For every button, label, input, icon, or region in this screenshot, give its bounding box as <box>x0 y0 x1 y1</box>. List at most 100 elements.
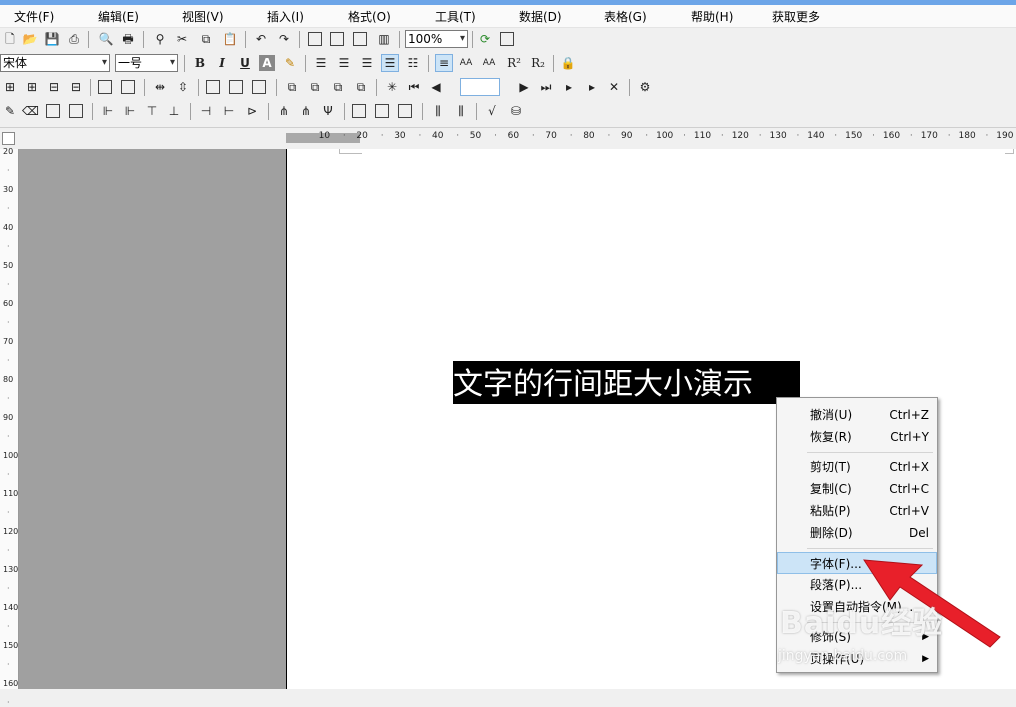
tree-up-icon[interactable]: ⊤ <box>144 103 160 119</box>
add-record-icon[interactable]: ▸ <box>561 79 577 95</box>
undo-icon[interactable]: ↶ <box>253 31 269 47</box>
print-icon[interactable]: 🖶 <box>120 31 136 47</box>
find-icon[interactable]: ⚲ <box>152 31 168 47</box>
fit-both-icon[interactable] <box>252 80 266 94</box>
copy-icon[interactable]: ⧉ <box>198 31 214 47</box>
footer-icon[interactable] <box>398 104 412 118</box>
refresh-icon[interactable]: ⟳ <box>477 31 493 47</box>
line-spacing-icon[interactable]: ≡ <box>435 54 453 72</box>
align-right-icon[interactable]: ☰ <box>359 55 375 71</box>
textbox-icon[interactable] <box>308 32 322 46</box>
char-spacing-increase-icon[interactable]: AA <box>458 55 474 71</box>
first-record-icon[interactable]: ⏮ <box>406 79 422 95</box>
menu-format[interactable]: 格式(O) <box>348 8 391 25</box>
last-record-icon[interactable]: ⏭ <box>538 79 554 95</box>
prev-record-icon[interactable]: ◀ <box>428 79 444 95</box>
selected-text[interactable]: 文字的行间距大小演示 <box>453 361 800 404</box>
justify-icon[interactable]: ☰ <box>381 54 399 72</box>
record-number-input[interactable] <box>460 78 500 96</box>
trident-icon[interactable]: Ψ <box>320 103 336 119</box>
tree-left-icon[interactable]: ⊩ <box>100 103 116 119</box>
bold-button[interactable]: B <box>192 55 208 71</box>
branch-right-icon[interactable]: ⊢ <box>221 103 237 119</box>
ctx-delete[interactable]: 删除(D) Del <box>777 522 937 544</box>
paste-icon[interactable]: 📋 <box>222 31 238 47</box>
highlight-icon[interactable]: ✎ <box>282 55 298 71</box>
menu-tools[interactable]: 工具(T) <box>435 8 476 25</box>
draw-table-icon[interactable] <box>46 104 60 118</box>
insert-table-icon[interactable] <box>330 32 344 46</box>
menu-get-more[interactable]: 获取更多 <box>772 8 820 25</box>
font-name-select[interactable]: 宋体 ▾ <box>0 54 110 72</box>
superscript-button[interactable]: R² <box>506 55 522 71</box>
eraser-icon[interactable]: ⌫ <box>22 103 39 119</box>
branch-left-icon[interactable]: ⊣ <box>198 103 214 119</box>
align-center-icon[interactable]: ☰ <box>336 55 352 71</box>
ctx-redo[interactable]: 恢复(R) Ctrl+Y <box>777 426 937 448</box>
menu-help[interactable]: 帮助(H) <box>691 8 733 25</box>
fit-width-icon[interactable] <box>206 80 220 94</box>
menu-data[interactable]: 数据(D) <box>519 8 562 25</box>
new-icon[interactable]: 🗋 <box>2 31 18 47</box>
fullscreen-icon[interactable] <box>500 32 514 46</box>
send-backward-icon[interactable]: ⧉ <box>353 79 369 95</box>
bring-forward-icon[interactable]: ⧉ <box>330 79 346 95</box>
save-icon[interactable]: 💾 <box>44 31 60 47</box>
insert-col-icon[interactable]: ⊞ <box>24 79 40 95</box>
header-icon[interactable] <box>352 104 366 118</box>
merge-cells-icon[interactable] <box>98 80 112 94</box>
branch-arrow-icon[interactable]: ⊳ <box>244 103 260 119</box>
insert-picture-icon[interactable] <box>353 32 367 46</box>
cancel-record-icon[interactable]: ✕ <box>606 79 622 95</box>
underline-button[interactable]: U <box>237 55 253 71</box>
tree-right-icon[interactable]: ⊩ <box>122 103 138 119</box>
insert-chart-icon[interactable]: ▥ <box>376 31 392 47</box>
zoom-select[interactable]: 100% ▾ <box>405 30 468 48</box>
columns-icon[interactable]: ⫼ <box>453 103 469 119</box>
menu-edit[interactable]: 编辑(E) <box>98 8 139 25</box>
insert-row-icon[interactable]: ⊞ <box>2 79 18 95</box>
cut-icon[interactable]: ✂ <box>174 31 190 47</box>
ctx-undo[interactable]: 撤消(U) Ctrl+Z <box>777 404 937 426</box>
delete-row-icon[interactable]: ⊟ <box>46 79 62 95</box>
align-left-icon[interactable]: ☰ <box>313 55 329 71</box>
body-icon[interactable] <box>375 104 389 118</box>
subscript-button[interactable]: R₂ <box>530 55 546 71</box>
formula-icon[interactable]: √ <box>484 103 500 119</box>
redo-icon[interactable]: ↷ <box>276 31 292 47</box>
tree-down-icon[interactable]: ⊥ <box>166 103 182 119</box>
equal-height-icon[interactable]: ⇳ <box>175 79 191 95</box>
ruler-corner[interactable] <box>2 132 15 145</box>
properties-icon[interactable]: ⚙ <box>637 79 653 95</box>
italic-button[interactable]: I <box>214 55 230 71</box>
ctx-cut[interactable]: 剪切(T) Ctrl+X <box>777 456 937 478</box>
split-cells-icon[interactable] <box>121 80 135 94</box>
delete-col-icon[interactable]: ⊟ <box>68 79 84 95</box>
char-spacing-decrease-icon[interactable]: AA <box>481 55 497 71</box>
pen-icon[interactable]: ✎ <box>2 103 18 119</box>
lock-icon[interactable]: 🔒 <box>560 55 576 71</box>
menu-view[interactable]: 视图(V) <box>182 8 224 25</box>
new-record-icon[interactable]: ✳ <box>384 79 400 95</box>
print-setup-icon[interactable]: ⎙ <box>66 31 82 47</box>
open-icon[interactable]: 📂 <box>22 31 38 47</box>
font-color-icon[interactable]: A <box>259 55 275 71</box>
delete-record-icon[interactable]: ▸ <box>584 79 600 95</box>
ctx-paste[interactable]: 粘贴(P) Ctrl+V <box>777 500 937 522</box>
print-preview-icon[interactable]: 🔍 <box>98 31 114 47</box>
fork-icon[interactable]: ⋔ <box>276 103 292 119</box>
ctx-copy[interactable]: 复制(C) Ctrl+C <box>777 478 937 500</box>
distribute-icon[interactable]: ☷ <box>405 55 421 71</box>
fit-height-icon[interactable] <box>229 80 243 94</box>
menu-file[interactable]: 文件(F) <box>14 8 54 25</box>
next-record-icon[interactable]: ▶ <box>516 79 532 95</box>
seal-icon[interactable]: ⛁ <box>508 103 524 119</box>
font-size-select[interactable]: 一号 ▾ <box>115 54 178 72</box>
send-back-icon[interactable]: ⧉ <box>307 79 323 95</box>
bring-front-icon[interactable]: ⧉ <box>284 79 300 95</box>
equal-width-icon[interactable]: ⇹ <box>152 79 168 95</box>
fork-alt-icon[interactable]: ⋔ <box>298 103 314 119</box>
grid-table-icon[interactable] <box>69 104 83 118</box>
menu-table[interactable]: 表格(G) <box>604 8 647 25</box>
menu-insert[interactable]: 插入(I) <box>267 8 304 25</box>
